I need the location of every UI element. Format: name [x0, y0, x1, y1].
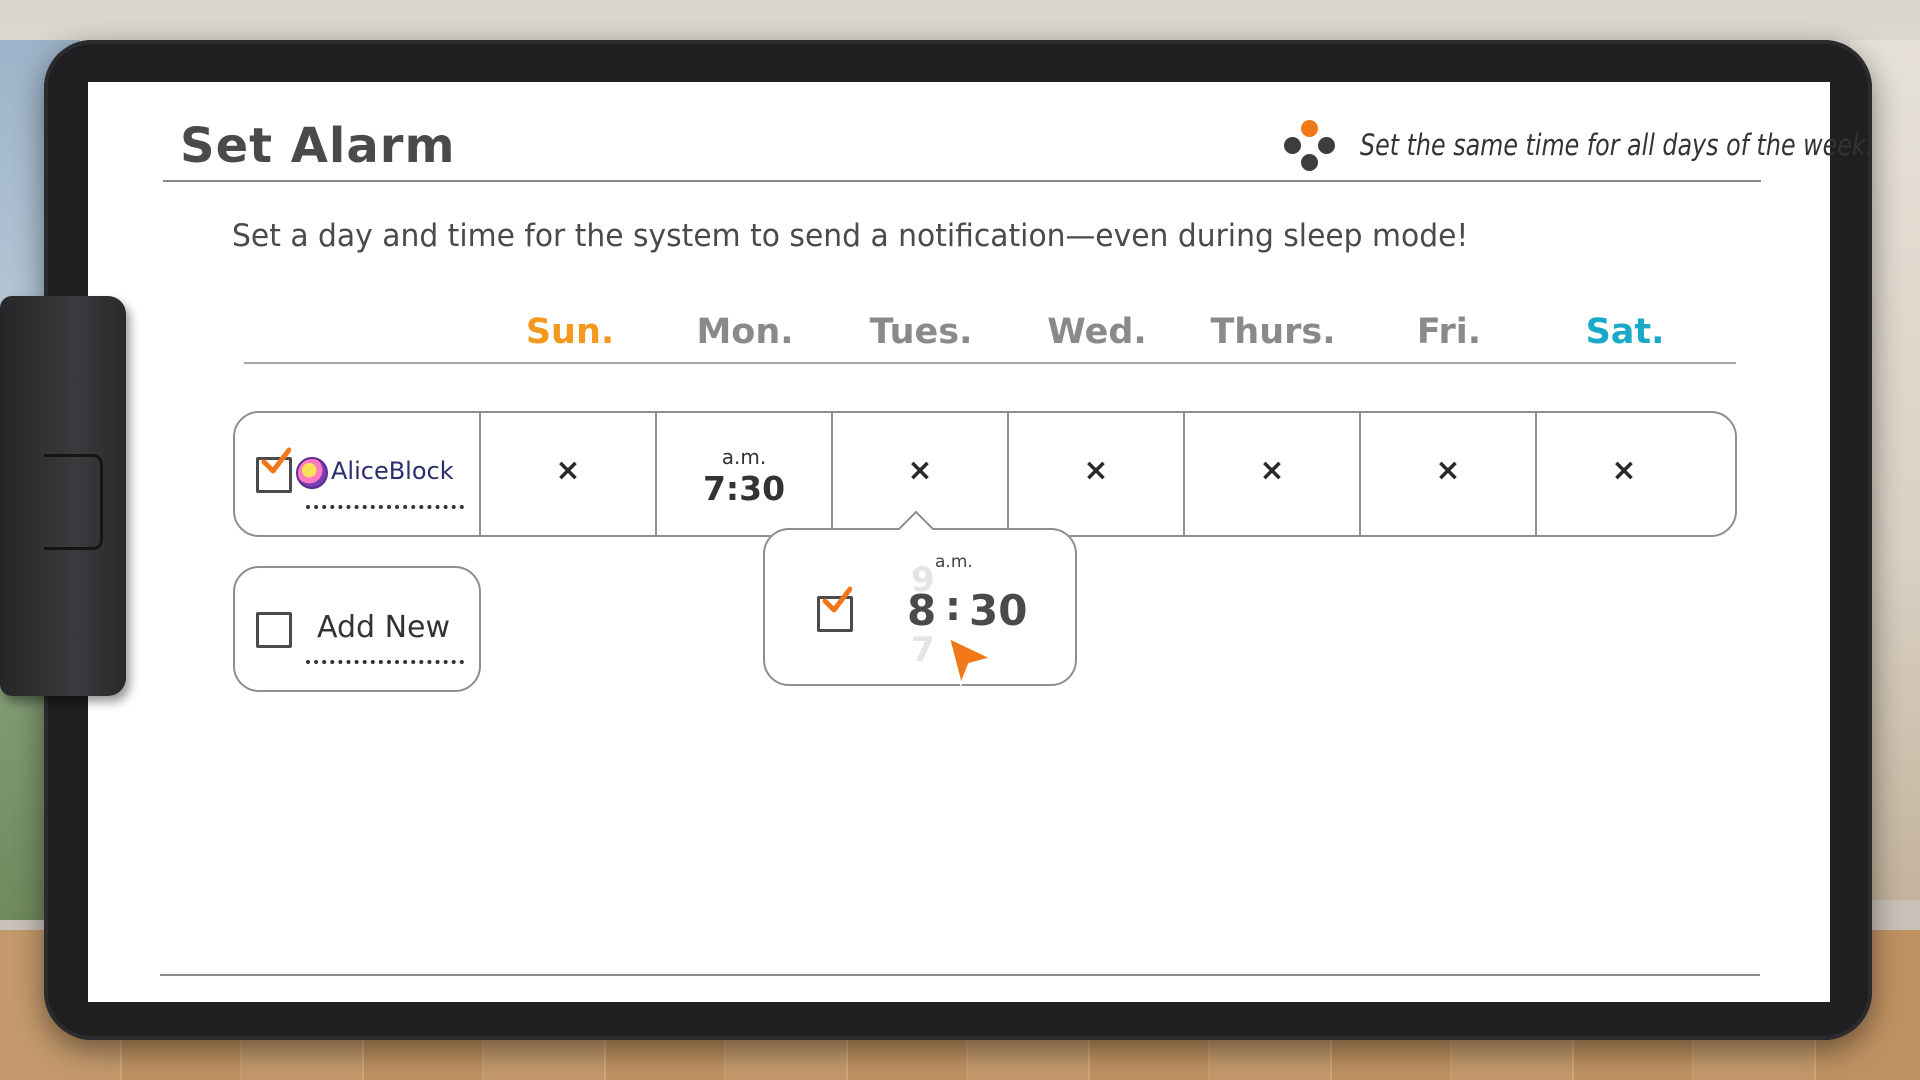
- alarm-cell-monday[interactable]: a.m. 7:30: [657, 413, 831, 535]
- add-new-checkbox[interactable]: [256, 612, 292, 648]
- header-divider: [163, 180, 1761, 182]
- dpad-up-icon: [1301, 120, 1318, 137]
- alarm-time: 7:30: [702, 469, 786, 508]
- time-enabled-checkbox[interactable]: [817, 586, 853, 632]
- page-title: Set Alarm: [180, 118, 456, 174]
- off-icon: ×: [1611, 453, 1637, 488]
- dpad-icon: [1282, 118, 1338, 174]
- checkmark-icon: [822, 586, 852, 613]
- weekday-divider: [244, 362, 1736, 364]
- dpad-down-icon: [1301, 154, 1318, 171]
- alarm-row: AliceBlock × a.m. 7:30 × × × × ×: [233, 411, 1737, 537]
- hint-bar: Set the same time for all days of the we…: [1282, 118, 1873, 178]
- day-label-thursday: Thurs.: [1210, 312, 1336, 352]
- add-new-button[interactable]: Add New: [233, 566, 481, 692]
- pointer-cursor-icon: [947, 636, 994, 686]
- time-separator: :: [945, 584, 961, 630]
- day-label-monday: Mon.: [696, 312, 794, 352]
- minute-spinner[interactable]: 30: [969, 586, 1027, 635]
- alarm-cell-saturday[interactable]: ×: [1537, 413, 1711, 535]
- off-icon: ×: [555, 453, 581, 488]
- dpad-right-icon: [1318, 137, 1335, 154]
- alarm-ampm: a.m.: [721, 445, 767, 469]
- hour-spinner[interactable]: 8: [907, 586, 936, 635]
- hint-text: Set the same time for all days of the we…: [1360, 128, 1874, 162]
- off-icon: ×: [1083, 453, 1109, 488]
- day-label-tuesday: Tues.: [869, 312, 973, 352]
- instructions-text: Set a day and time for the system to sen…: [232, 218, 1469, 254]
- clip-slot: [44, 454, 103, 550]
- off-icon: ×: [1259, 453, 1285, 488]
- alarm-cell-thursday[interactable]: ×: [1185, 413, 1359, 535]
- off-icon: ×: [1435, 453, 1461, 488]
- footer-divider: [160, 974, 1760, 976]
- day-label-friday: Fri.: [1416, 312, 1482, 352]
- time-picker-popup: a.m. 9 7 8 : 30: [763, 510, 1077, 686]
- day-label-sunday: Sun.: [525, 312, 615, 352]
- alarm-cell-friday[interactable]: ×: [1361, 413, 1535, 535]
- add-new-label: Add New: [317, 610, 451, 645]
- dpad-left-icon: [1284, 137, 1301, 154]
- day-label-wednesday: Wed.: [1047, 312, 1147, 352]
- off-icon: ×: [907, 453, 933, 488]
- user-avatar: [296, 457, 328, 489]
- day-label-saturday: Sat.: [1585, 312, 1665, 352]
- checkmark-icon: [261, 447, 291, 474]
- user-name: AliceBlock: [331, 457, 454, 485]
- hour-next-value: 7: [911, 630, 935, 670]
- alarm-user-cell[interactable]: AliceBlock: [235, 413, 479, 535]
- alarm-cell-sunday[interactable]: ×: [481, 413, 655, 535]
- alarm-cell-wednesday[interactable]: ×: [1009, 413, 1183, 535]
- weekday-header: Sun. Mon. Tues. Wed. Thurs. Fri. Sat.: [0, 312, 1920, 362]
- alarm-enabled-checkbox[interactable]: [256, 447, 292, 493]
- time-picker-ampm: a.m.: [935, 552, 973, 572]
- dotted-underline: [306, 505, 464, 509]
- dotted-underline: [306, 660, 464, 664]
